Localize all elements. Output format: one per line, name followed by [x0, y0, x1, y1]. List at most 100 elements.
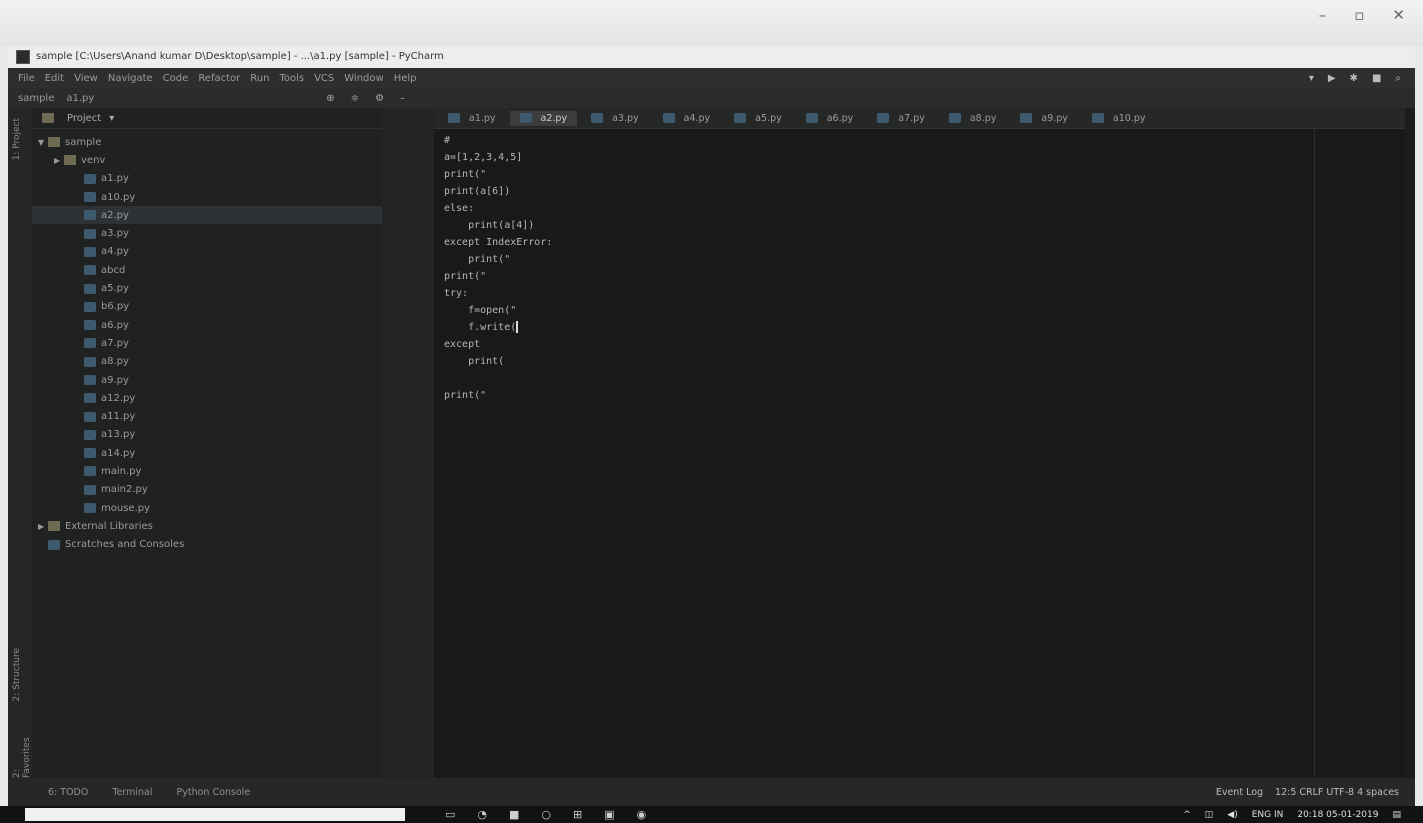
code-line[interactable]: try:: [444, 285, 1305, 302]
tree-file-item[interactable]: main.py: [32, 462, 382, 480]
caret-position[interactable]: 12:5 CRLF UTF-8 4 spaces: [1275, 787, 1399, 798]
tree-file-item[interactable]: b6.py: [32, 298, 382, 316]
tree-file-item[interactable]: a7.py: [32, 334, 382, 352]
tree-file-item[interactable]: a4.py: [32, 243, 382, 261]
code-line[interactable]: a=[1,2,3,4,5]: [444, 149, 1305, 166]
breadcrumb-file[interactable]: a1.py: [66, 93, 94, 104]
editor-tab[interactable]: a9.py: [1010, 111, 1078, 126]
python-console-tool-button[interactable]: Python Console: [177, 787, 251, 798]
tree-file-item[interactable]: a5.py: [32, 279, 382, 297]
close-button[interactable]: ✕: [1392, 6, 1405, 24]
chrome-icon[interactable]: ◉: [637, 808, 647, 821]
taskbar-search-box[interactable]: [25, 808, 405, 821]
editor-tab[interactable]: a2.py: [509, 110, 578, 126]
menu-edit[interactable]: Edit: [45, 73, 64, 84]
code-line[interactable]: [444, 370, 1305, 387]
tree-file-item[interactable]: a13.py: [32, 426, 382, 444]
menu-help[interactable]: Help: [394, 73, 417, 84]
editor-tab[interactable]: a7.py: [867, 111, 935, 126]
code-line[interactable]: print(: [444, 353, 1305, 370]
code-line[interactable]: print(": [444, 166, 1305, 183]
collapse-arrow-icon[interactable]: ▶: [54, 156, 64, 165]
code-line[interactable]: f.write(: [444, 319, 1305, 336]
stop-icon[interactable]: ■: [1372, 73, 1381, 84]
code-line[interactable]: except IndexError:: [444, 234, 1305, 251]
code-line[interactable]: #: [444, 132, 1305, 149]
pycharm-taskbar-icon[interactable]: ▣: [604, 808, 614, 821]
code-area[interactable]: # a=[1,2,3,4,5] print(" print(a[6]) else: pr…: [444, 132, 1305, 404]
notifications-icon[interactable]: ▤: [1392, 810, 1401, 820]
code-line[interactable]: except: [444, 336, 1305, 353]
tree-root[interactable]: ▼ sample: [32, 133, 382, 151]
volume-icon[interactable]: ◀): [1227, 810, 1237, 820]
tree-file-item[interactable]: mouse.py: [32, 499, 382, 517]
task-view-icon[interactable]: ▭: [445, 808, 455, 821]
tree-file-item[interactable]: a1.py: [32, 170, 382, 188]
code-line[interactable]: print(a[4]): [444, 217, 1305, 234]
editor-tab[interactable]: a10.py: [1082, 111, 1156, 126]
structure-tool-button[interactable]: 2: Structure: [12, 648, 22, 702]
tree-scratches[interactable]: Scratches and Consoles: [32, 536, 382, 554]
menu-code[interactable]: Code: [163, 73, 189, 84]
apps-grid-icon[interactable]: ⊞: [573, 808, 582, 821]
tree-file-item[interactable]: a9.py: [32, 371, 382, 389]
editor-tab[interactable]: a8.py: [939, 111, 1007, 126]
tree-file-item[interactable]: main2.py: [32, 481, 382, 499]
terminal-tool-button[interactable]: Terminal: [112, 787, 152, 798]
gear-icon[interactable]: ⚙: [375, 93, 384, 104]
store-icon[interactable]: ■: [509, 808, 519, 821]
tree-external-libraries[interactable]: ▶ External Libraries: [32, 517, 382, 535]
code-line[interactable]: print(": [444, 387, 1305, 404]
event-log-button[interactable]: Event Log: [1216, 787, 1263, 798]
minimize-button[interactable]: –: [1319, 6, 1327, 24]
run-config-dropdown[interactable]: ▾: [1309, 73, 1314, 84]
editor-tab[interactable]: a1.py: [438, 111, 506, 126]
tree-file-item[interactable]: a10.py: [32, 188, 382, 206]
network-icon[interactable]: ◫: [1205, 810, 1214, 820]
menu-run[interactable]: Run: [250, 73, 269, 84]
tree-file-item[interactable]: a6.py: [32, 316, 382, 334]
tree-venv[interactable]: ▶ venv: [32, 151, 382, 169]
hide-icon[interactable]: –: [400, 93, 405, 104]
edge-icon[interactable]: ◔: [477, 808, 487, 821]
tree-file-item[interactable]: a12.py: [32, 389, 382, 407]
code-editor[interactable]: a1.py a2.py a3.py a4.py a5.py a6.py a7.py a8.py…: [434, 108, 1405, 778]
editor-tab[interactable]: a3.py: [581, 111, 649, 126]
code-line[interactable]: print(": [444, 268, 1305, 285]
menu-file[interactable]: File: [18, 73, 35, 84]
breadcrumb-project[interactable]: sample: [18, 93, 54, 104]
menu-tools[interactable]: Tools: [279, 73, 304, 84]
tree-file-item[interactable]: a14.py: [32, 444, 382, 462]
code-line[interactable]: print(": [444, 251, 1305, 268]
tree-file-item[interactable]: abcd: [32, 261, 382, 279]
project-tool-button[interactable]: 1: Project: [12, 118, 22, 160]
code-line[interactable]: else:: [444, 200, 1305, 217]
todo-tool-button[interactable]: 6: TODO: [48, 787, 88, 798]
code-line[interactable]: print(a[6]): [444, 183, 1305, 200]
collapse-arrow-icon[interactable]: ▶: [38, 522, 48, 531]
code-line[interactable]: f=open(": [444, 302, 1305, 319]
search-icon[interactable]: ○: [541, 808, 551, 821]
editor-tab[interactable]: a4.py: [653, 111, 721, 126]
menu-refactor[interactable]: Refactor: [198, 73, 240, 84]
chevron-down-icon[interactable]: ▾: [109, 113, 114, 124]
language-indicator[interactable]: ENG IN: [1252, 810, 1284, 820]
clock[interactable]: 20:18 05-01-2019: [1297, 810, 1378, 820]
collapse-icon[interactable]: ≑: [351, 93, 359, 104]
editor-tab[interactable]: a6.py: [796, 111, 864, 126]
project-view-selector[interactable]: Project: [67, 113, 101, 124]
menu-view[interactable]: View: [74, 73, 98, 84]
favorites-tool-button[interactable]: 2: Favorites: [12, 728, 32, 778]
expand-arrow-icon[interactable]: ▼: [38, 138, 48, 147]
editor-tab[interactable]: a5.py: [724, 111, 792, 126]
sync-icon[interactable]: ⊕: [326, 93, 334, 104]
menu-vcs[interactable]: VCS: [314, 73, 334, 84]
tree-file-item[interactable]: a11.py: [32, 407, 382, 425]
menu-window[interactable]: Window: [344, 73, 383, 84]
tree-file-item[interactable]: a3.py: [32, 224, 382, 242]
debug-icon[interactable]: ✱: [1350, 73, 1358, 84]
run-icon[interactable]: ▶: [1328, 73, 1336, 84]
menu-navigate[interactable]: Navigate: [108, 73, 153, 84]
maximize-button[interactable]: ▫: [1354, 6, 1364, 24]
tree-file-item[interactable]: a2.py: [32, 206, 382, 225]
